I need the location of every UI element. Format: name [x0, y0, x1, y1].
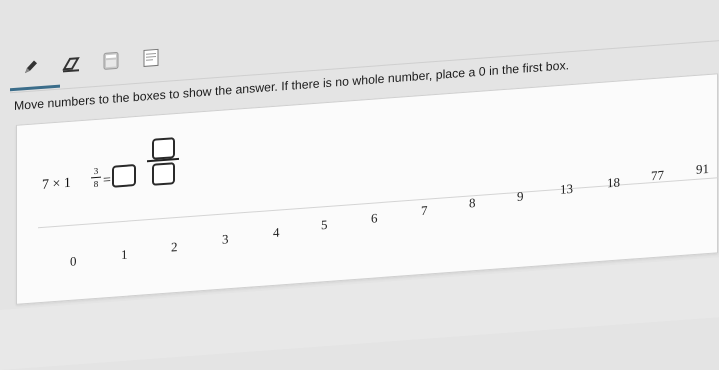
number-tile[interactable]: 4	[269, 222, 284, 243]
number-tile[interactable]: 77	[647, 165, 668, 187]
number-tile[interactable]: 2	[167, 237, 182, 258]
number-tile[interactable]: 13	[556, 179, 577, 201]
number-tile[interactable]: 18	[603, 172, 624, 194]
equals-sign: =	[103, 172, 111, 189]
toolbar	[10, 8, 719, 94]
pencil-tool[interactable]	[20, 57, 42, 81]
notepad-icon	[141, 47, 161, 73]
number-tile[interactable]: 5	[317, 215, 332, 236]
denominator-drop-box[interactable]	[152, 162, 175, 186]
fraction-denominator: 8	[93, 178, 99, 190]
number-tile[interactable]: 6	[367, 208, 382, 229]
number-tile[interactable]: 8	[465, 193, 480, 214]
number-tile[interactable]: 7	[417, 200, 432, 221]
number-tile[interactable]: 0	[66, 251, 81, 272]
number-tile[interactable]: 1	[117, 244, 132, 265]
number-tile[interactable]: 91	[692, 159, 713, 181]
calculator-icon	[101, 50, 121, 76]
eraser-tool[interactable]	[60, 54, 82, 78]
whole-number-drop-box[interactable]	[112, 164, 136, 188]
calculator-tool[interactable]	[100, 51, 122, 75]
number-tile[interactable]: 3	[218, 229, 233, 250]
pencil-icon	[21, 55, 41, 81]
eraser-icon	[61, 53, 81, 79]
notepad-tool[interactable]	[140, 48, 162, 72]
assessment-screen: Move numbers to the boxes to show the an…	[0, 0, 719, 370]
expression-fraction: 3 8	[91, 166, 101, 190]
fraction-numerator: 3	[93, 165, 99, 177]
number-tile[interactable]: 9	[513, 186, 528, 207]
expression-lhs: 7 × 1	[42, 175, 71, 193]
numerator-drop-box[interactable]	[152, 137, 175, 160]
